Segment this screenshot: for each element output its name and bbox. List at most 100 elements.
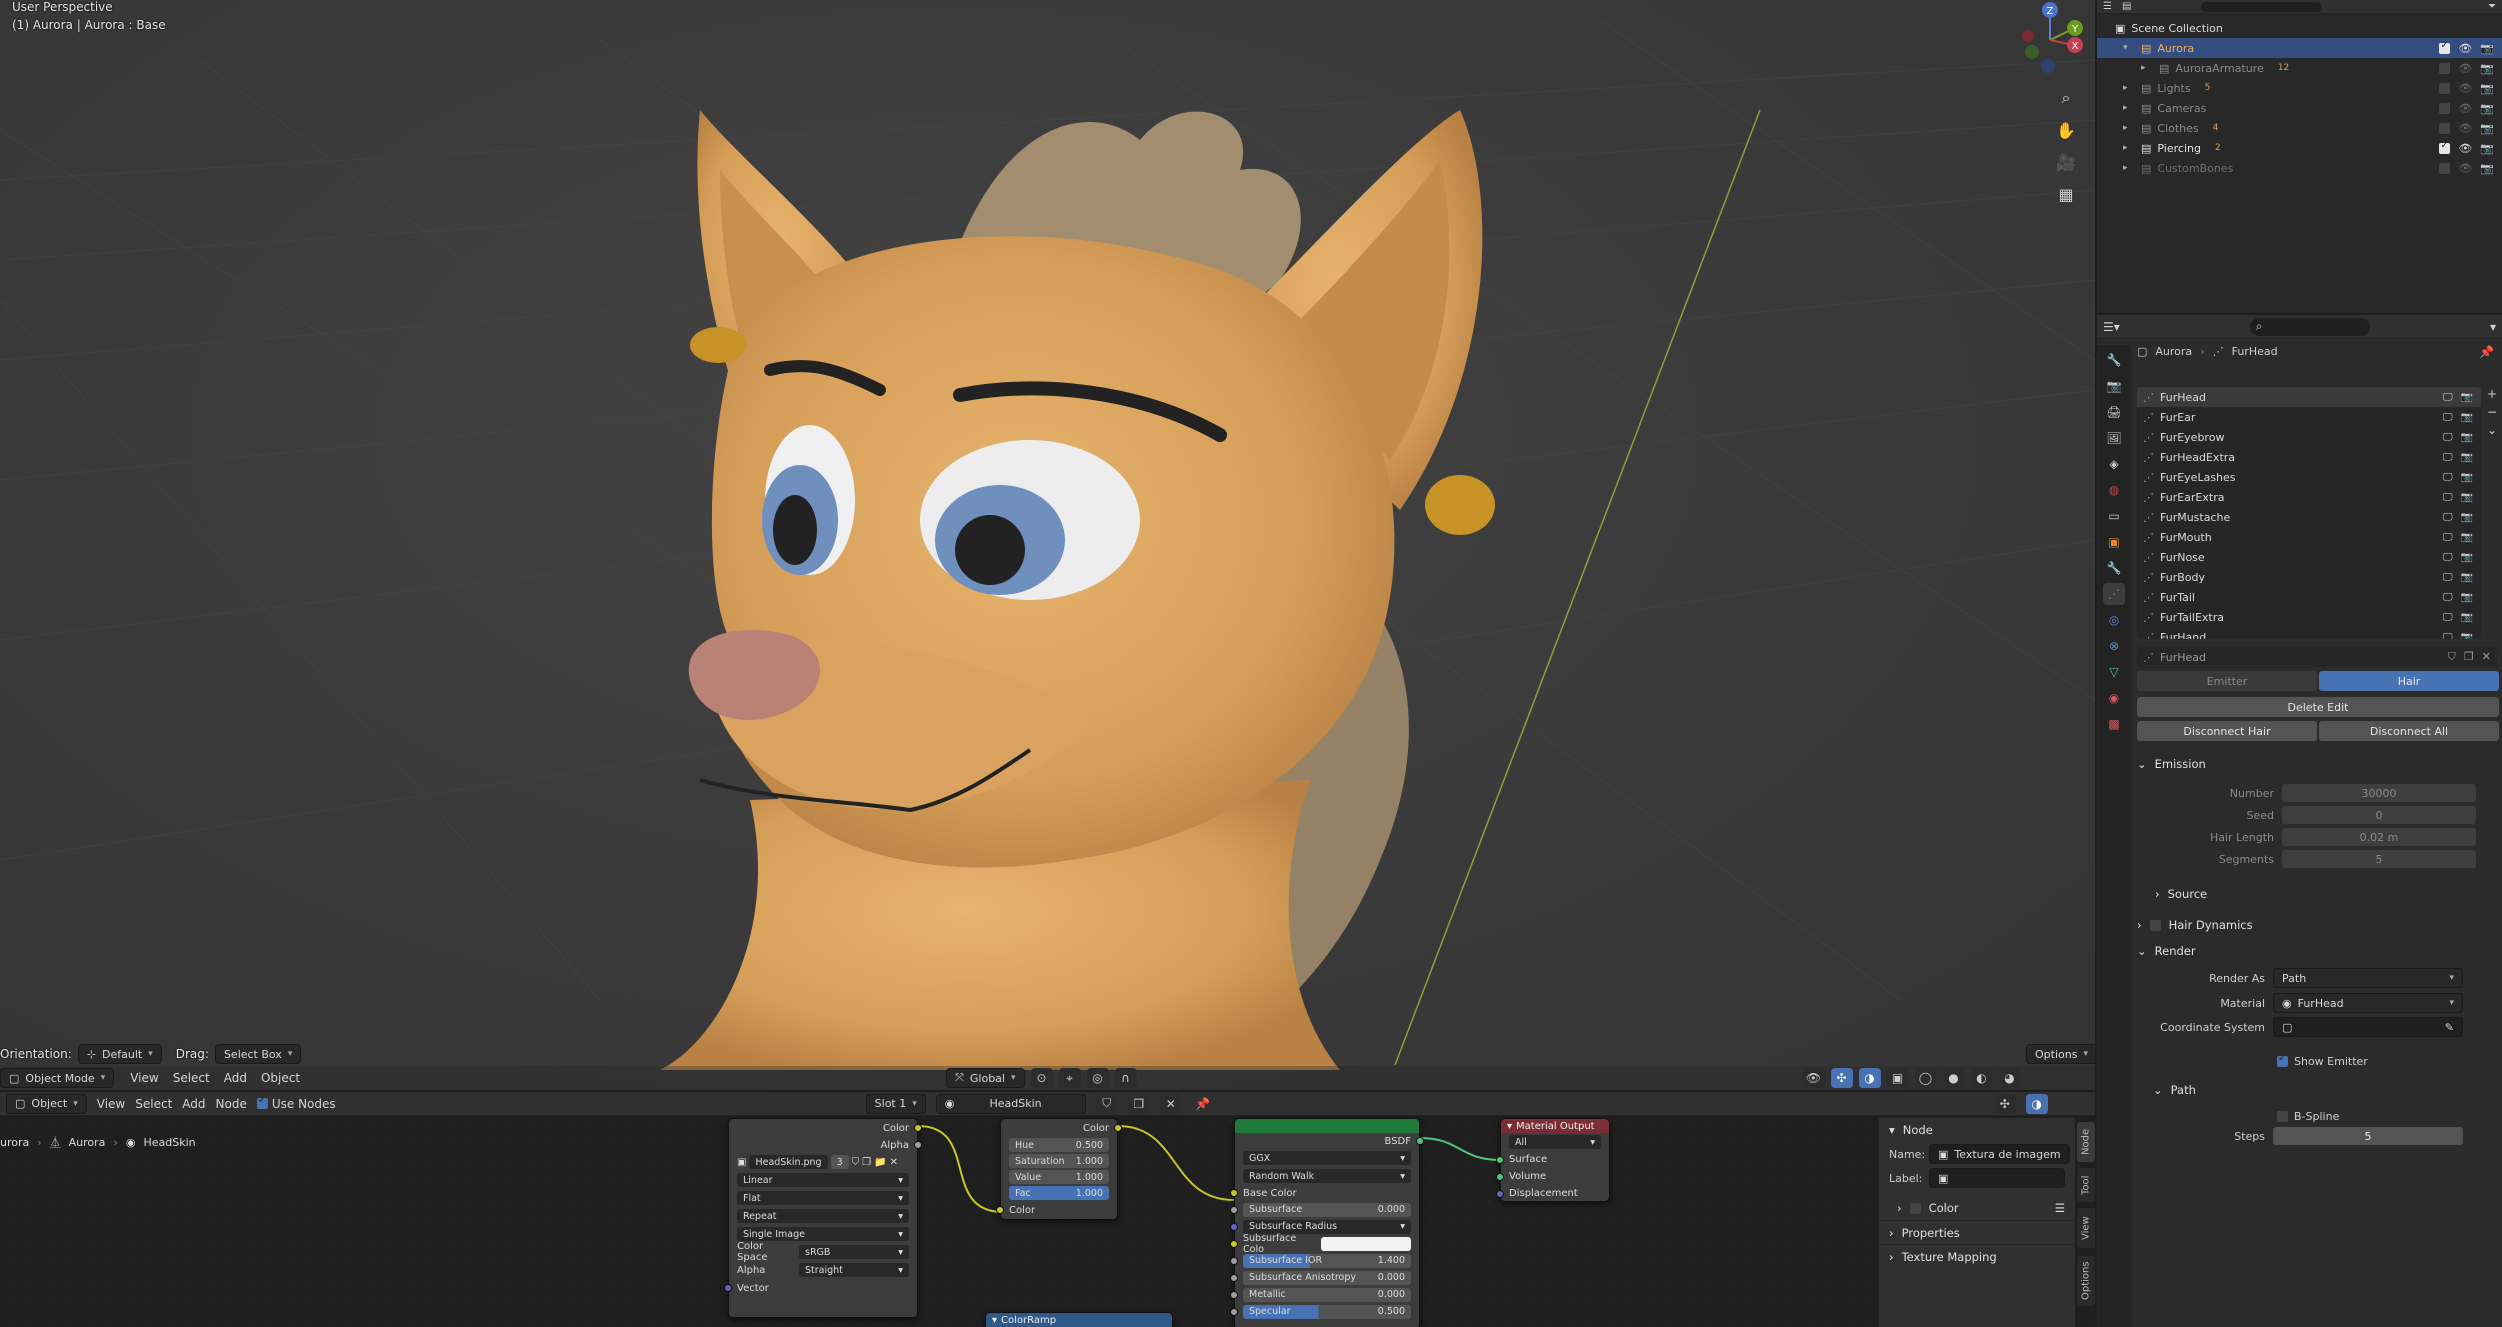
slot-menu-icon[interactable]: ⌄ xyxy=(2487,423,2497,437)
render-as-dropdown[interactable]: Path ▾ xyxy=(2273,968,2463,988)
render-camera-icon[interactable]: 📷 xyxy=(2480,82,2494,95)
viewport-display-icon[interactable]: 🖵 xyxy=(2443,432,2453,443)
render-camera-icon[interactable]: 📷 xyxy=(2480,42,2494,55)
node-menu-view[interactable]: View xyxy=(97,1097,125,1111)
falloff-icon[interactable]: ∩ xyxy=(1114,1068,1137,1088)
socket-bsdf-out[interactable] xyxy=(1416,1137,1424,1145)
source-dropdown[interactable]: Single Image ▾ xyxy=(737,1227,909,1241)
pan-hand-icon[interactable]: ✋ xyxy=(2052,116,2080,144)
world-tab-icon[interactable]: ◍ xyxy=(2103,479,2125,501)
particle-system-item[interactable]: ⋰ FurNose 🖵 📷 xyxy=(2137,547,2481,567)
material-tab-icon[interactable]: ◉ xyxy=(2103,687,2125,709)
node-snap-icon[interactable]: ◑ xyxy=(2025,1093,2048,1114)
object-mode-dropdown[interactable]: ▢ Object Mode ▾ xyxy=(0,1068,115,1088)
remove-slot-icon[interactable]: − xyxy=(2487,405,2497,419)
pin-icon[interactable]: 📌 xyxy=(2479,345,2494,359)
particle-system-item[interactable]: ⋰ FurHeadExtra 🖵 📷 xyxy=(2137,447,2481,467)
render-camera-icon[interactable]: 📷 xyxy=(2461,472,2473,483)
socket-subsurface-ior-in[interactable] xyxy=(1230,1256,1238,1265)
subsurface-method-dropdown[interactable]: Random Walk ▾ xyxy=(1243,1169,1411,1183)
viewport-display-icon[interactable]: 🖵 xyxy=(2443,572,2453,583)
viewport-display-icon[interactable]: 🖵 xyxy=(2443,452,2453,463)
distribution-dropdown[interactable]: GGX ▾ xyxy=(1243,1151,1411,1165)
color-checkbox[interactable] xyxy=(1909,1202,1921,1214)
render-camera-icon[interactable]: 📷 xyxy=(2480,162,2494,175)
socket-hsv-in[interactable] xyxy=(996,1206,1004,1214)
navigation-gizmo[interactable]: Z Y X xyxy=(2010,0,2090,80)
projection-dropdown[interactable]: Flat ▾ xyxy=(737,1191,909,1205)
viewport-display-icon[interactable]: 🖵 xyxy=(2443,552,2453,563)
particle-settings-datablock[interactable]: ⋰ FurHead ⛉ ❐ ✕ xyxy=(2137,647,2497,667)
snap-icon[interactable]: ⌖ xyxy=(1058,1068,1081,1088)
type-emitter-tab[interactable]: Emitter xyxy=(2137,671,2317,691)
socket-alpha-out[interactable] xyxy=(914,1141,922,1149)
collection-tab-icon[interactable]: ▭ xyxy=(2103,505,2125,527)
show-emitter-checkbox[interactable] xyxy=(2277,1053,2288,1067)
viewport-display-icon[interactable]: 🖵 xyxy=(2443,532,2453,543)
viewport-display-icon[interactable]: 🖵 xyxy=(2443,592,2453,603)
expand-arrow-icon[interactable]: ▸ xyxy=(2141,63,2153,73)
material-output-header[interactable]: ▾ Material Output xyxy=(1501,1119,1609,1133)
expand-icon[interactable]: › xyxy=(1897,1201,1902,1215)
render-camera-icon[interactable]: 📷 xyxy=(2461,412,2473,423)
subsurface-color-swatch[interactable] xyxy=(1321,1236,1411,1251)
particle-system-item[interactable]: ⋰ FurMustache 🖵 📷 xyxy=(2137,507,2481,527)
render-camera-icon[interactable]: 📷 xyxy=(2461,452,2473,463)
steps-field[interactable]: 5 xyxy=(2273,1127,2463,1145)
unlink-icon[interactable]: ✕ xyxy=(2482,650,2491,664)
pivot-icon[interactable]: ⊙ xyxy=(1030,1068,1053,1088)
viewport-display-icon[interactable]: 🖵 xyxy=(2443,472,2453,483)
close-icon[interactable]: ✕ xyxy=(890,1157,898,1168)
particle-system-item[interactable]: ⋰ FurHead 🖵 📷 xyxy=(2137,387,2481,407)
particle-system-item[interactable]: ⋰ FurEyeLashes 🖵 📷 xyxy=(2137,467,2481,487)
source-panel-header[interactable]: › Source xyxy=(2155,882,2207,906)
menu-select[interactable]: Select xyxy=(173,1071,210,1085)
expand-arrow-icon[interactable]: ▸ xyxy=(2123,123,2135,133)
transform-orientation-dropdown[interactable]: ⤧ Global ▾ xyxy=(946,1068,1025,1088)
render-camera-icon[interactable]: 📷 xyxy=(2461,572,2473,583)
exclude-checkbox[interactable] xyxy=(2439,122,2451,134)
properties-editor-type-icon[interactable]: ☰▾ xyxy=(2103,320,2120,334)
copy-icon[interactable]: ❐ xyxy=(862,1157,871,1168)
render-tab-icon[interactable]: 📷 xyxy=(2103,375,2125,397)
drag-dropdown[interactable]: Select Box ▾ xyxy=(214,1044,302,1064)
render-camera-icon[interactable]: 📷 xyxy=(2461,632,2473,640)
socket-subsurface-in[interactable] xyxy=(1230,1205,1238,1214)
render-camera-icon[interactable]: 📷 xyxy=(2461,592,2473,603)
node-overlay-icon[interactable]: ✣ xyxy=(1993,1093,2016,1114)
socket-specular-in[interactable] xyxy=(1230,1307,1238,1316)
viewport-display-icon[interactable]: 🖵 xyxy=(2443,512,2453,523)
render-camera-icon[interactable]: 📷 xyxy=(2461,392,2473,403)
particle-system-item[interactable]: ⋰ FurEar 🖵 📷 xyxy=(2137,407,2481,427)
eye-icon[interactable]: 👁 xyxy=(2458,162,2472,175)
properties-search-input[interactable]: ⌕ xyxy=(2249,317,2370,336)
use-nodes-toggle[interactable]: Use Nodes xyxy=(256,1095,336,1111)
node-sidebar-panel[interactable]: ▾ Node Name: ▣ Textura de imagem Label: ▣ … xyxy=(1878,1118,2075,1327)
expand-arrow-icon[interactable]: ▸ xyxy=(2123,163,2135,173)
bsdf-node-header[interactable] xyxy=(1235,1119,1419,1133)
exclude-checkbox[interactable] xyxy=(2439,140,2451,154)
fake-user-icon[interactable]: ⛉ xyxy=(852,1157,860,1168)
filter-icon[interactable]: ⏷ xyxy=(2488,1,2496,12)
subsurface-anisotropy-field[interactable]: Subsurface Anisotropy 0.000 xyxy=(1243,1270,1411,1285)
viewport-display-icon[interactable]: 🖵 xyxy=(2443,392,2453,403)
render-camera-icon[interactable]: 📷 xyxy=(2480,102,2494,115)
hair-dynamics-checkbox[interactable] xyxy=(2149,919,2161,931)
exclude-checkbox[interactable] xyxy=(2439,62,2451,74)
3d-viewport[interactable]: User Perspective (1) Aurora | Aurora : B… xyxy=(0,0,2095,1090)
fake-user-icon[interactable]: ⛉ xyxy=(1095,1093,1118,1114)
collapse-icon[interactable]: ▾ xyxy=(1507,1121,1512,1132)
principled-bsdf-node[interactable]: BSDF GGX ▾ Random Walk ▾ Base Color Subsur… xyxy=(1230,1118,1424,1327)
gizmo-toggle-icon[interactable]: ✣ xyxy=(1830,1068,1853,1088)
editor-type-dropdown[interactable]: ▢ Object ▾ xyxy=(6,1093,87,1114)
use-nodes-checkbox[interactable] xyxy=(256,1095,268,1109)
texture-tab-icon[interactable]: ▩ xyxy=(2103,713,2125,735)
xray-icon[interactable]: ▣ xyxy=(1886,1068,1909,1088)
socket-vector-in[interactable] xyxy=(724,1284,732,1292)
node-label-field[interactable]: ▣ xyxy=(1929,1168,2065,1188)
outliner-row[interactable]: ▸ ▤ AuroraArmature 12 👁 📷 xyxy=(2097,58,2502,78)
menu-add[interactable]: Add xyxy=(224,1071,247,1085)
particle-system-item[interactable]: ⋰ FurMouth 🖵 📷 xyxy=(2137,527,2481,547)
rendered-shading-icon[interactable]: ◕ xyxy=(1998,1068,2021,1088)
render-camera-icon[interactable]: 📷 xyxy=(2480,122,2494,135)
